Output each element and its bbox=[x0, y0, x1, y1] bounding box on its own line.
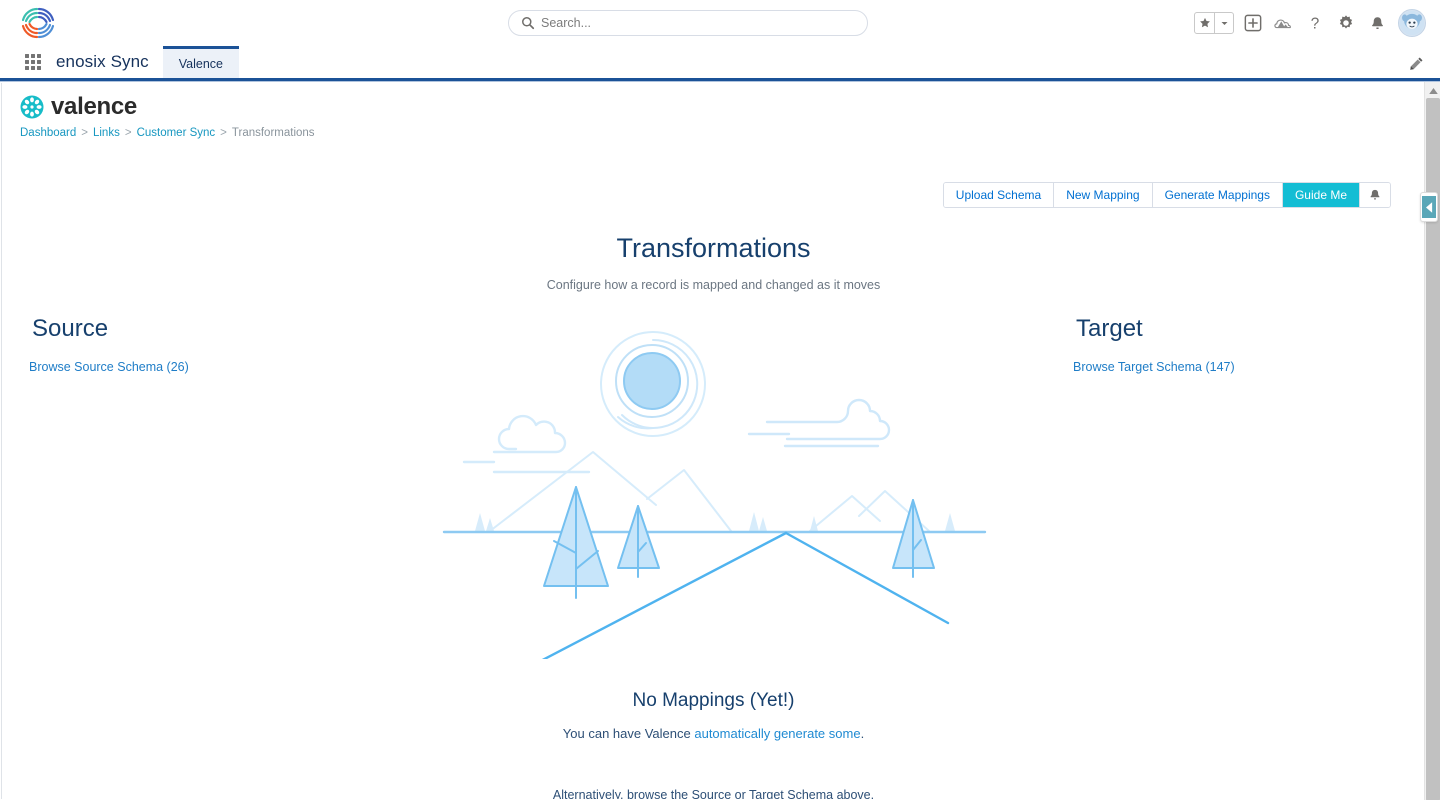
generate-mappings-button[interactable]: Generate Mappings bbox=[1152, 183, 1283, 207]
browse-target-schema-link[interactable]: Browse Target Schema (147) bbox=[1073, 360, 1235, 374]
user-avatar[interactable] bbox=[1398, 9, 1426, 37]
question-mark-icon: ? bbox=[1311, 15, 1320, 32]
breadcrumb-item-transformations: Transformations bbox=[231, 127, 315, 139]
valence-brand-row: valence Dashboard > Links > Customer Syn… bbox=[20, 95, 315, 140]
target-heading: Target bbox=[1076, 315, 1143, 342]
empty-state-alternative: Alternatively, browse the Source or Targ… bbox=[552, 788, 875, 799]
scroll-up-button[interactable] bbox=[1425, 84, 1440, 98]
favorites-group[interactable] bbox=[1194, 12, 1234, 34]
plus-icon bbox=[1244, 14, 1262, 32]
global-header: ? bbox=[0, 0, 1440, 46]
valence-brand-label: valence bbox=[51, 93, 137, 120]
app-navigation-bar: enosix Sync Valence bbox=[0, 46, 1440, 81]
generate-mappings-link[interactable]: automatically generate some bbox=[694, 726, 860, 741]
breadcrumb-item-dashboard[interactable]: Dashboard bbox=[20, 127, 76, 139]
caret-left-icon bbox=[1422, 196, 1436, 218]
global-create-button[interactable] bbox=[1241, 11, 1265, 35]
breadcrumb: Dashboard > Links > Customer Sync > Tran… bbox=[20, 127, 315, 139]
avatar-icon bbox=[1399, 10, 1425, 36]
page-title: Transformations bbox=[616, 233, 811, 263]
upload-schema-button[interactable]: Upload Schema bbox=[943, 183, 1055, 207]
empty-state-title: No Mappings (Yet!) bbox=[632, 690, 795, 711]
nav-tab-list: Valence bbox=[162, 46, 240, 78]
breadcrumb-separator: > bbox=[124, 127, 132, 139]
page-action-buttons: Upload Schema New Mapping Generate Mappi… bbox=[942, 182, 1391, 208]
cloud-mountain-icon bbox=[1274, 18, 1291, 28]
valence-canvas: valence Dashboard > Links > Customer Syn… bbox=[1, 83, 1425, 799]
side-panel-toggle[interactable] bbox=[1420, 192, 1438, 222]
gear-icon bbox=[1339, 15, 1353, 29]
guide-me-button[interactable]: Guide Me bbox=[1282, 183, 1360, 207]
global-header-actions: ? bbox=[1194, 0, 1426, 46]
new-mapping-button[interactable]: New Mapping bbox=[1054, 183, 1153, 207]
bell-icon bbox=[1371, 16, 1383, 29]
global-search[interactable] bbox=[508, 10, 868, 36]
svg-text:?: ? bbox=[1311, 15, 1320, 32]
tab-valence[interactable]: Valence bbox=[162, 46, 240, 78]
browse-source-schema-link[interactable]: Browse Source Schema (26) bbox=[29, 360, 189, 374]
waffle-grid-icon bbox=[25, 54, 41, 70]
vertical-scrollbar[interactable] bbox=[1424, 82, 1440, 800]
star-icon[interactable] bbox=[1195, 13, 1214, 33]
source-heading: Source bbox=[32, 315, 109, 342]
bell-icon bbox=[1370, 189, 1380, 200]
valence-flower-icon bbox=[20, 95, 44, 119]
empty-state-description-suffix: . bbox=[860, 726, 865, 741]
enosix-pinwheel-logo bbox=[18, 3, 58, 43]
breadcrumb-item-customer-sync[interactable]: Customer Sync bbox=[137, 127, 216, 139]
breadcrumb-item-links[interactable]: Links bbox=[93, 127, 120, 139]
app-name: enosix Sync bbox=[56, 52, 149, 71]
edit-navigation-button[interactable] bbox=[1406, 53, 1426, 73]
pencil-icon bbox=[1409, 57, 1422, 70]
valence-app-frame: valence Dashboard > Links > Customer Syn… bbox=[0, 81, 1440, 800]
breadcrumb-separator: > bbox=[220, 127, 227, 139]
chevron-down-icon[interactable] bbox=[1214, 13, 1233, 33]
notifications-button[interactable] bbox=[1365, 11, 1389, 35]
valence-brand[interactable]: valence bbox=[20, 95, 315, 119]
search-input[interactable] bbox=[508, 10, 868, 36]
mobile-publisher-button[interactable] bbox=[1272, 11, 1296, 35]
page-subtitle: Configure how a record is mapped and cha… bbox=[546, 278, 881, 292]
setup-button[interactable] bbox=[1334, 11, 1358, 35]
breadcrumb-separator: > bbox=[81, 127, 88, 139]
app-launcher-button[interactable] bbox=[16, 46, 50, 78]
empty-state-description-prefix: You can have Valence bbox=[562, 726, 695, 741]
help-button[interactable]: ? bbox=[1303, 11, 1327, 35]
empty-state-description: You can have Valence automatically gener… bbox=[2, 726, 1425, 741]
desert-landscape-illustration bbox=[442, 319, 987, 667]
caret-up-icon bbox=[1428, 88, 1438, 94]
notifications-button[interactable] bbox=[1360, 183, 1390, 207]
tab-valence-label: Valence bbox=[178, 56, 224, 71]
